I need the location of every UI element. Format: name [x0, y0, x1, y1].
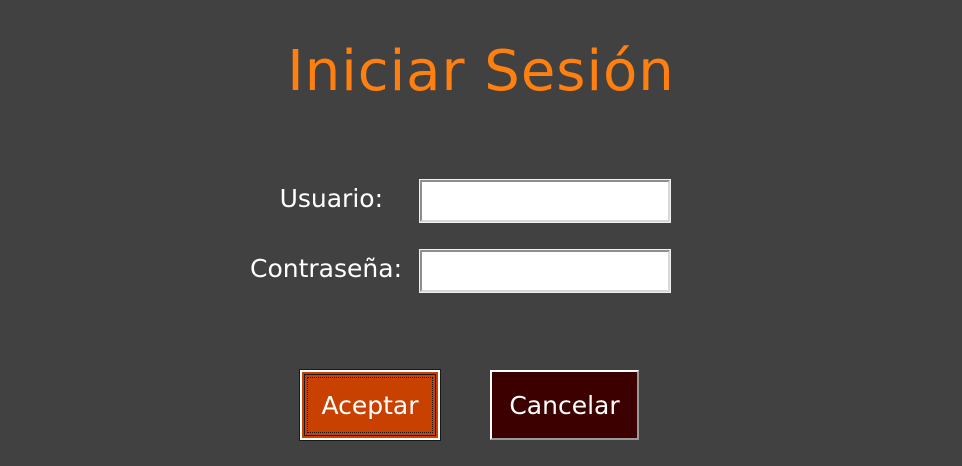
- password-field[interactable]: [419, 249, 671, 293]
- cancel-button-label: Cancelar: [509, 390, 620, 420]
- accept-button-label: Aceptar: [321, 390, 419, 420]
- cancel-button[interactable]: Cancelar: [490, 370, 639, 440]
- username-label: Usuario:: [279, 184, 383, 213]
- password-label: Contraseña:: [250, 254, 402, 283]
- accept-button[interactable]: Aceptar: [299, 369, 441, 441]
- username-field[interactable]: [419, 179, 671, 223]
- login-window: Iniciar Sesión Usuario: Contraseña: Acep…: [0, 0, 962, 466]
- page-title: Iniciar Sesión: [287, 39, 675, 104]
